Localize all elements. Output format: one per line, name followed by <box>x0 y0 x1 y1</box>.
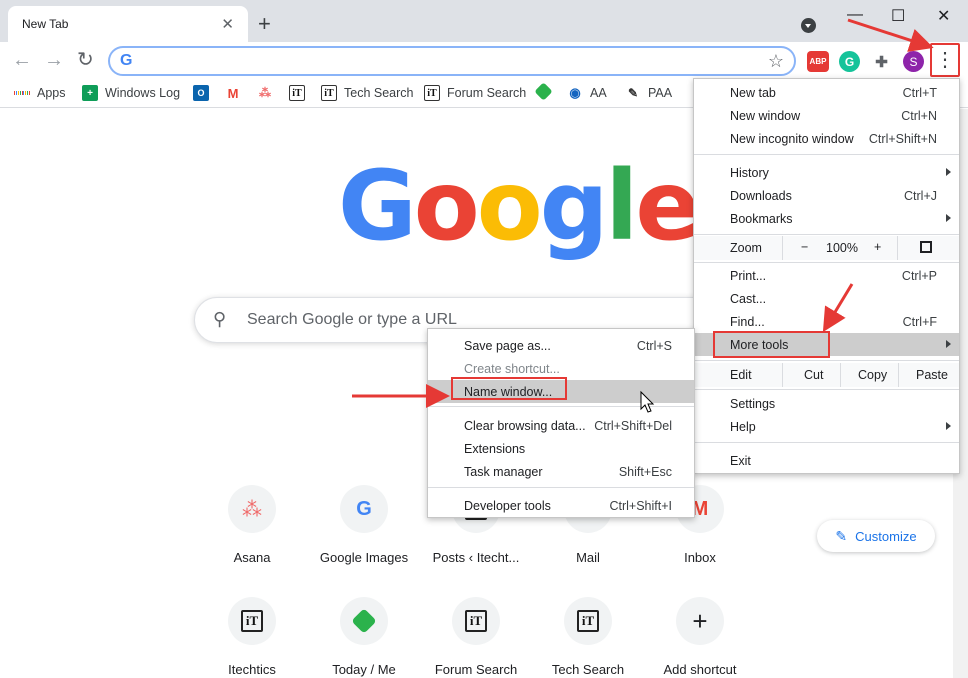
annotation-arrows <box>352 18 934 413</box>
arrow-to-menu-button <box>847 18 934 52</box>
arrow-to-more-tools <box>822 283 854 333</box>
mouse-cursor-icon <box>640 390 655 413</box>
